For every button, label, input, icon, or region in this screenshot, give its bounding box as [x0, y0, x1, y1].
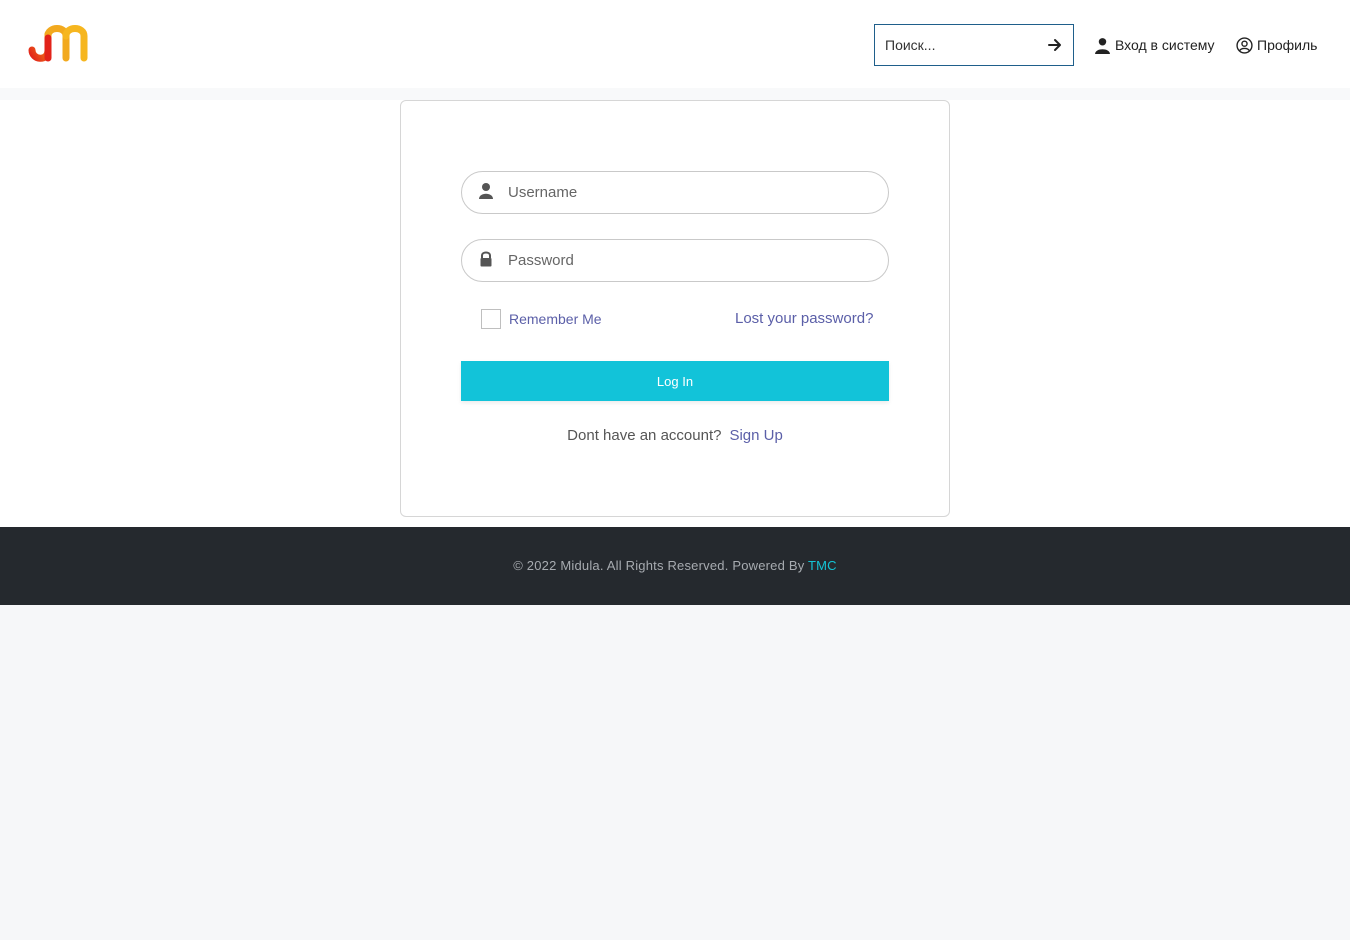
signup-prompt: Dont have an account?: [567, 427, 722, 444]
user-circle-icon: [1236, 36, 1253, 54]
footer-powered-link[interactable]: TMC: [808, 558, 837, 573]
nav-profile-label: Профиль: [1257, 37, 1318, 53]
lock-icon: [480, 251, 492, 267]
signup-row: Dont have an account? Sign Up: [401, 427, 949, 444]
site-footer: © 2022 Midula. All Rights Reserved. Powe…: [0, 527, 1350, 605]
remember-me-label: Remember Me: [509, 311, 602, 327]
password-field: [461, 239, 889, 282]
password-input[interactable]: [506, 240, 876, 281]
user-icon: [479, 183, 493, 199]
login-button[interactable]: Log In: [461, 361, 889, 401]
username-input[interactable]: [506, 172, 876, 213]
main-content: Remember Me Lost your password? Log In D…: [0, 88, 1350, 527]
username-field: [461, 171, 889, 214]
lost-password-link[interactable]: Lost your password?: [735, 310, 873, 327]
login-card: Remember Me Lost your password? Log In D…: [400, 100, 950, 517]
arrow-right-icon[interactable]: [1045, 35, 1065, 55]
user-icon: [1095, 37, 1110, 54]
remember-me-checkbox[interactable]: [481, 309, 501, 329]
search-box: [874, 24, 1074, 66]
page-background: [0, 605, 1350, 940]
search-input[interactable]: [875, 25, 1039, 65]
signup-link[interactable]: Sign Up: [729, 427, 782, 444]
header-shadow-strip: [0, 88, 1350, 100]
nav-login-label: Вход в систему: [1115, 37, 1215, 53]
remember-me[interactable]: Remember Me: [481, 309, 602, 329]
site-header: Вход в систему Профиль: [0, 0, 1350, 88]
nav-profile-link[interactable]: Профиль: [1236, 34, 1317, 56]
footer-copyright-text: © 2022 Midula. All Rights Reserved. Powe…: [513, 558, 805, 573]
nav-login-link[interactable]: Вход в систему: [1094, 34, 1215, 56]
footer-copyright: © 2022 Midula. All Rights Reserved. Powe…: [0, 558, 1350, 573]
site-logo-icon[interactable]: [28, 24, 90, 66]
